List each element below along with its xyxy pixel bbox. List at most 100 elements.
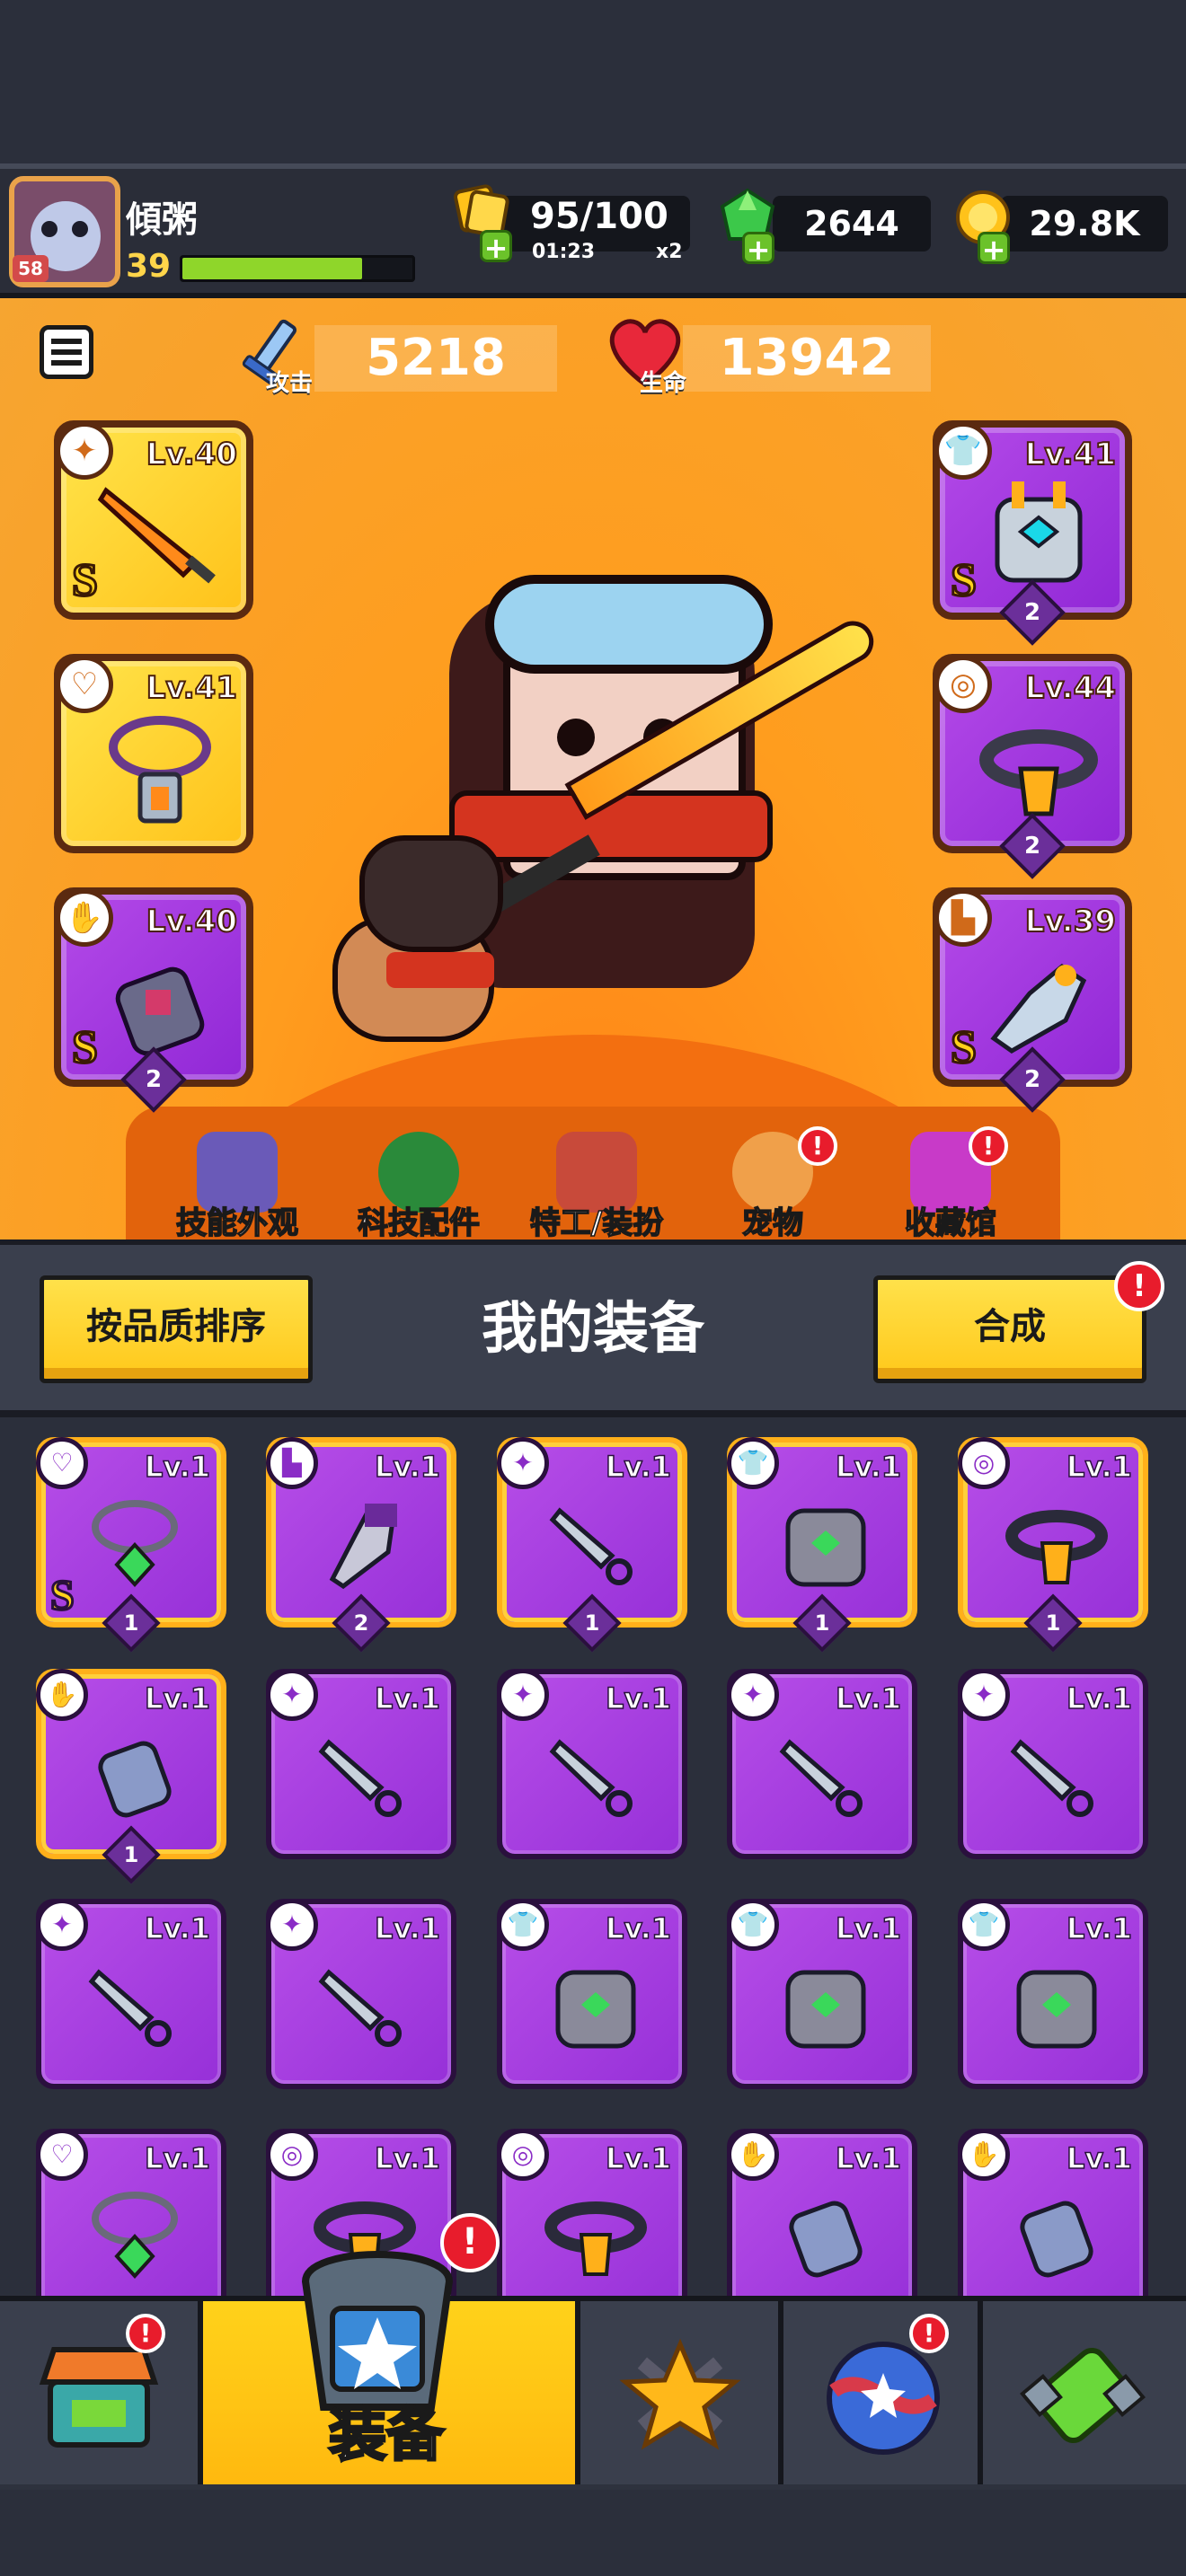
boots-type-icon: ▙ [934,889,992,947]
boots-type-icon: ▙ [266,1437,318,1489]
skill-skin-button[interactable]: 技能外观 [165,1132,309,1242]
nav-tab-talents[interactable]: ! [783,2301,983,2484]
inventory-grid: ♡ Lv.1 S 1 ▙ Lv.1 2 ✦ Lv.1 1 👕 Lv.1 1 ◎ Lv.1 1 ✋ Lv.1 1 ✦ Lv… [0,1417,1186,2298]
slot-level: Lv.40 [146,903,238,940]
weapon-type-icon: ✦ [56,422,113,480]
sort-by-quality-button[interactable]: 按品质排序 [40,1275,313,1383]
weapon-type-icon: ✦ [266,1899,318,1951]
weapon-icon [88,1969,172,2047]
item-level: Lv.1 [374,2140,441,2176]
add-coins-button[interactable]: + [978,232,1010,265]
inventory-item-gloves[interactable]: ✋ Lv.1 1 [36,1669,226,1884]
necklace-type-icon: ♡ [56,656,113,713]
inventory-item-necklace[interactable]: ♡ Lv.1 S 1 [36,1437,226,1653]
tech-parts-button[interactable]: 科技配件 [347,1132,491,1242]
inventory-item-weapon[interactable]: ✦ Lv.1 [266,1669,456,1859]
shop-icon [39,2347,159,2448]
equipped-belt-slot[interactable]: ◎ Lv.44 2 [933,654,1132,879]
nav-tab-shop[interactable]: ! [0,2301,203,2484]
attack-stat-box: 5218 [314,325,557,392]
nav-tab-battle[interactable] [580,2301,783,2484]
equipped-necklace-slot[interactable]: ♡ Lv.41 [54,654,253,853]
equipped-weapon-slot[interactable]: ✦ Lv.40 S [54,420,253,620]
inventory-item-weapon[interactable]: ✦ Lv.1 1 [497,1437,687,1653]
item-level: Lv.1 [144,1681,211,1716]
grade-s-label: S [950,1021,978,1075]
hero-visor [485,575,773,674]
armor-type-icon: 👕 [497,1899,549,1951]
submenu-label: 特工/装扮 [529,1204,664,1242]
battle-star-icon [619,2338,741,2450]
equipped-gloves-slot[interactable]: ✋ Lv.40 S 2 [54,887,253,1113]
item-level: Lv.1 [374,1910,441,1946]
grade-s-label: S [71,1021,100,1075]
weapon-icon [779,1739,863,1817]
belt-icon [544,2201,647,2276]
item-count-badge: 1 [1023,1593,1083,1653]
item-count-badge: 1 [102,1825,161,1884]
inventory-item-armor[interactable]: 👕 Lv.1 [497,1899,687,2089]
spiked-glove-icon [115,966,205,1056]
boots-icon [990,963,1087,1054]
coins-box: 29.8K [1001,196,1168,251]
belt-icon [979,729,1098,816]
inventory-item-gloves[interactable]: ✋ Lv.1 [727,2129,917,2298]
item-level: Lv.1 [835,2140,902,2176]
inventory-item-weapon[interactable]: ✦ Lv.1 [727,1669,917,1859]
player-name: 傾粥 [126,199,198,241]
add-energy-button[interactable]: + [480,230,512,263]
equipment-tab-label: 装备 [328,2402,446,2471]
inventory-item-armor[interactable]: 👕 Lv.1 [958,1899,1148,2089]
item-level: Lv.1 [144,1449,211,1485]
item-level: Lv.1 [1066,2140,1133,2176]
gloves-icon [98,1741,172,1818]
gloves-type-icon: ✋ [56,889,113,947]
equipped-boots-slot[interactable]: ▙ Lv.39 S 2 [933,887,1132,1113]
merge-alert-badge: ! [1114,1261,1164,1311]
item-level: Lv.1 [835,1681,902,1716]
item-level: Lv.1 [835,1910,902,1946]
inventory-item-gloves[interactable]: ✋ Lv.1 [958,2129,1148,2298]
avatar-badge: 58 [13,255,49,282]
dna-icon [1020,2347,1146,2444]
talents-alert-badge: ! [909,2314,949,2353]
inventory-item-necklace[interactable]: ♡ Lv.1 [36,2129,226,2298]
slot-level: Lv.39 [1024,903,1117,940]
nav-tab-dna[interactable] [983,2301,1186,2484]
submenu-label: 科技配件 [357,1204,481,1242]
equipped-armor-slot[interactable]: 👕 Lv.41 S 2 [933,420,1132,646]
add-gems-button[interactable]: + [742,232,774,265]
inventory-item-armor[interactable]: 👕 Lv.1 [727,1899,917,2089]
gloves-type-icon: ✋ [727,2129,779,2181]
belt-type-icon: ◎ [266,2129,318,2181]
weapon-type-icon: ✦ [497,1669,549,1721]
agent-outfit-button[interactable]: 特工/装扮 [525,1132,668,1242]
inventory-item-belt[interactable]: ◎ Lv.1 1 [958,1437,1148,1653]
armor-icon [1016,1970,1097,2049]
belt-type-icon: ◎ [958,1437,1010,1489]
submenu-label: 技能外观 [175,1204,299,1242]
inventory-item-weapon[interactable]: ✦ Lv.1 [497,1669,687,1859]
inventory-item-weapon[interactable]: ✦ Lv.1 [36,1899,226,2089]
pet-dog-head [359,835,503,952]
inventory-item-weapon[interactable]: ✦ Lv.1 [266,1899,456,2089]
energy-timer: 01:23 [532,241,596,263]
menu-icon[interactable] [40,325,93,379]
merge-button[interactable]: 合成 [873,1275,1146,1383]
item-level: Lv.1 [605,1449,672,1485]
avatar-eye [72,221,88,237]
armor-icon [785,1508,866,1587]
item-level: Lv.1 [605,1910,672,1946]
boots-icon [329,1504,397,1590]
weapon-type-icon: ✦ [497,1437,549,1489]
item-level: Lv.1 [144,2140,211,2176]
item-level: Lv.1 [1066,1910,1133,1946]
bottom-safe-area [0,2490,1186,2576]
inventory-item-armor[interactable]: 👕 Lv.1 1 [727,1437,917,1653]
inventory-item-belt[interactable]: ◎ Lv.1 [497,2129,687,2298]
item-level: Lv.1 [605,1681,672,1716]
armor-type-icon: 👕 [958,1899,1010,1951]
inventory-item-boots[interactable]: ▙ Lv.1 2 [266,1437,456,1653]
coins-value: 29.8K [1029,204,1140,243]
inventory-item-weapon[interactable]: ✦ Lv.1 [958,1669,1148,1859]
